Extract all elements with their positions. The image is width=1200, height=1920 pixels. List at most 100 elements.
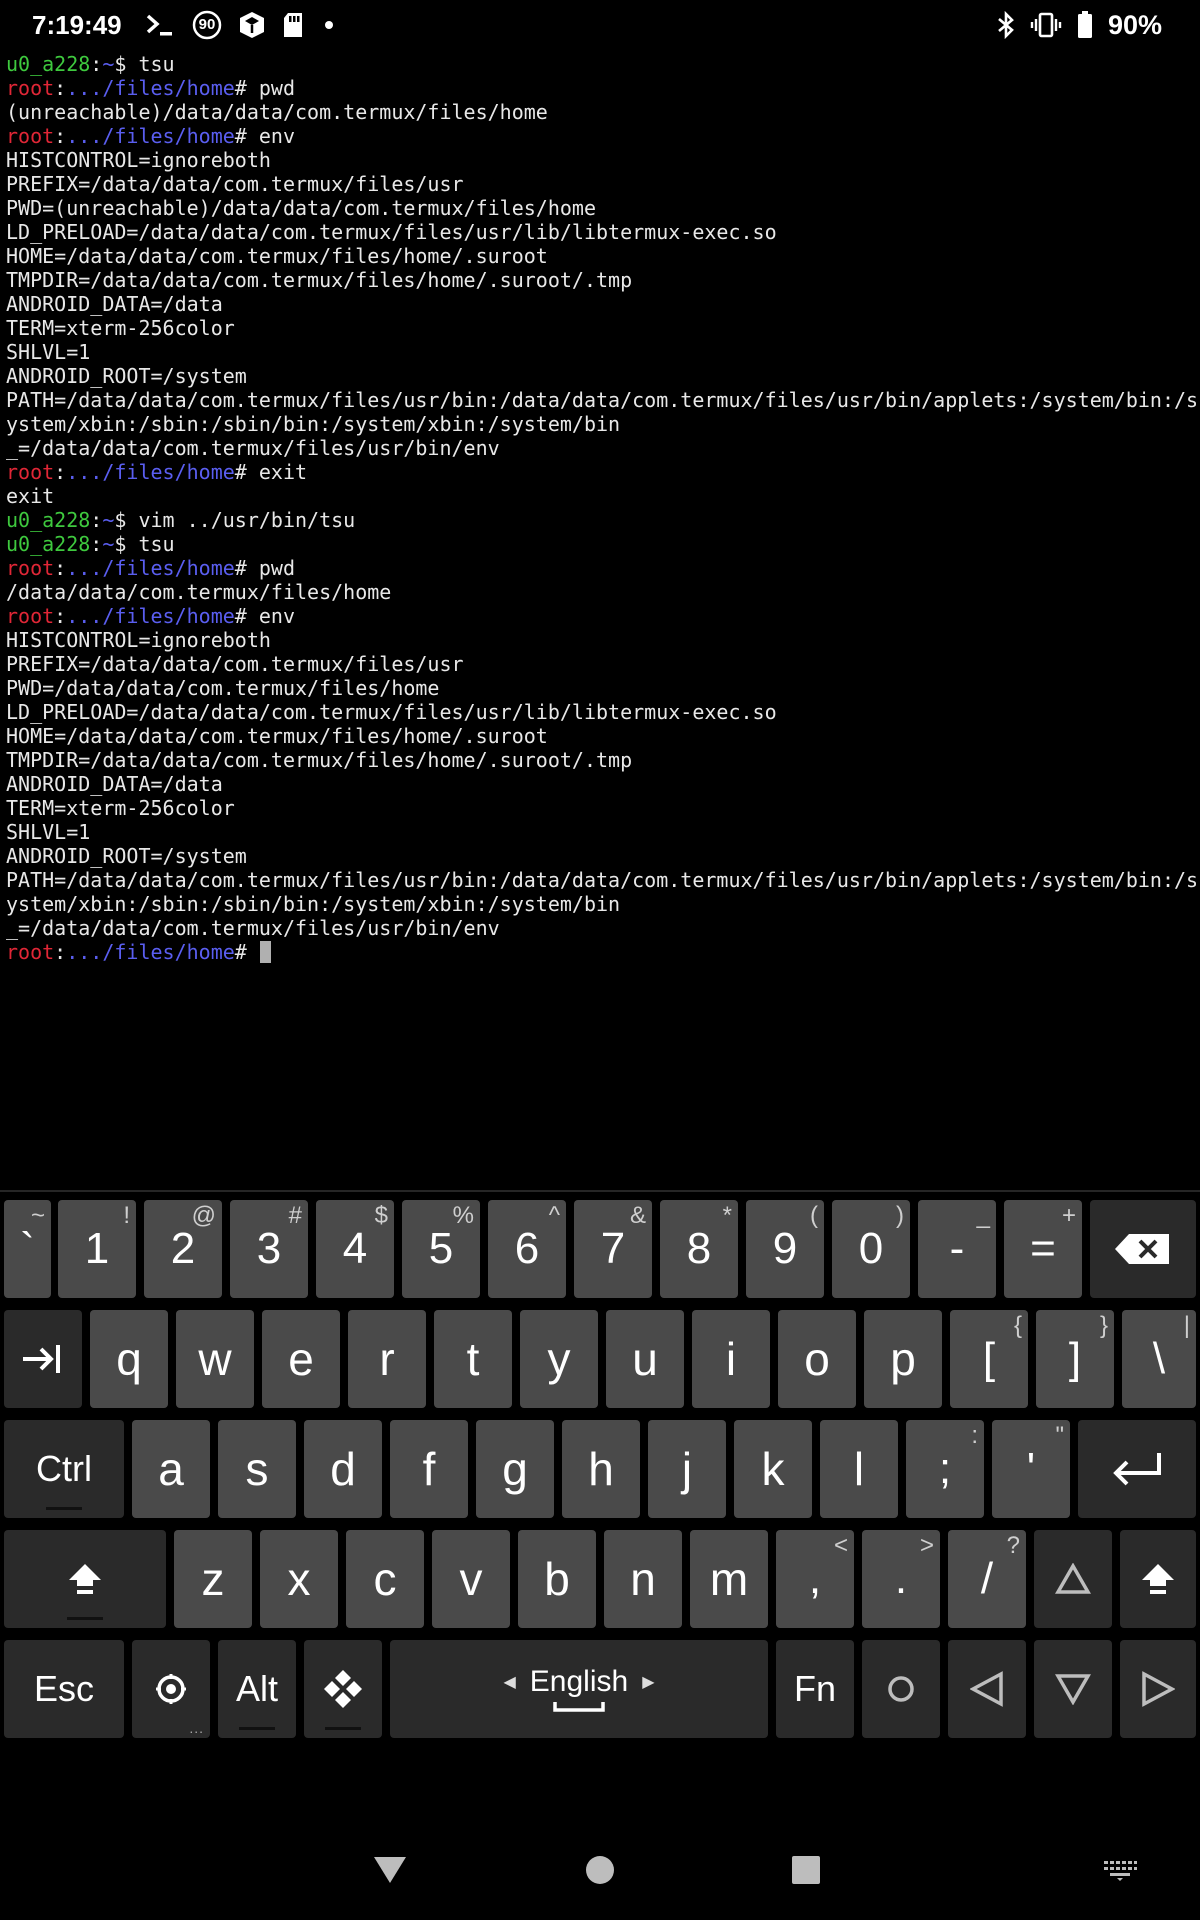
key-tab[interactable] [4, 1310, 82, 1408]
key-right[interactable] [1120, 1640, 1196, 1738]
key-right-bracket[interactable]: ]} [1036, 1310, 1114, 1408]
keyboard-switch-icon[interactable] [1080, 1820, 1160, 1920]
key-hint: $ [374, 1202, 388, 1229]
prompt-path: .../files/home [66, 604, 235, 628]
key-equals[interactable]: = + [1004, 1200, 1082, 1298]
key-slash[interactable]: /? [948, 1530, 1026, 1628]
key-x[interactable]: x [260, 1530, 338, 1628]
language-prev-icon: ◀ [503, 1674, 516, 1691]
key-1[interactable]: 1! [58, 1200, 136, 1298]
key-z[interactable]: z [174, 1530, 252, 1628]
terminal-line: /data/data/com.termux/files/home [6, 580, 1196, 604]
key-ctrl[interactable]: Ctrl [4, 1420, 124, 1518]
key-e[interactable]: e [262, 1310, 340, 1408]
key-fn[interactable]: Fn [776, 1640, 854, 1738]
key-enter[interactable] [1078, 1420, 1196, 1518]
key-esc[interactable]: Esc [4, 1640, 124, 1738]
key-p[interactable]: p [864, 1310, 942, 1408]
terminal-line: PREFIX=/data/data/com.termux/files/usr [6, 172, 1196, 196]
terminal-text: ANDROID_ROOT=/system [6, 364, 247, 388]
vibrate-icon [1030, 8, 1062, 42]
key-v[interactable]: v [432, 1530, 510, 1628]
key-4[interactable]: 4 $ [316, 1200, 394, 1298]
terminal-line: PWD=/data/data/com.termux/files/home [6, 676, 1196, 700]
key-hint: @ [191, 1202, 216, 1229]
prompt-root: root [6, 556, 55, 580]
key-r[interactable]: r [348, 1310, 426, 1408]
key-label: \ [1152, 1334, 1166, 1383]
key-3[interactable]: 3 # [230, 1200, 308, 1298]
prompt-path: .../files/home [66, 556, 235, 580]
key-t[interactable]: t [434, 1310, 512, 1408]
key-comma[interactable]: , < [776, 1530, 854, 1628]
key-s[interactable]: s [218, 1420, 296, 1518]
terminal-output[interactable]: u0_a228:~$ tsu root:.../files/home# pwd (u… [6, 52, 1196, 964]
terminal-line: root:.../files/home# pwd [6, 556, 1196, 580]
key-g[interactable]: g [476, 1420, 554, 1518]
key-f[interactable]: f [390, 1420, 468, 1518]
key-y[interactable]: y [520, 1310, 598, 1408]
terminal-line: root:.../files/home# env [6, 604, 1196, 628]
key-label: k [761, 1443, 785, 1495]
key-backslash[interactable]: \ | [1122, 1310, 1196, 1408]
key-label: 0 [858, 1224, 884, 1273]
key-j[interactable]: j [648, 1420, 726, 1518]
key-label: w [198, 1333, 232, 1385]
key-2[interactable]: 2 @ [144, 1200, 222, 1298]
key-m[interactable]: m [690, 1530, 768, 1628]
home-icon[interactable] [560, 1820, 640, 1920]
key-0[interactable]: 0) [832, 1200, 910, 1298]
key-hint: # [288, 1202, 302, 1229]
terminal-text: # env [234, 124, 296, 148]
key-shift-right[interactable] [1120, 1530, 1196, 1628]
recents-icon[interactable] [766, 1820, 846, 1920]
key-o[interactable]: o [778, 1310, 856, 1408]
key-8[interactable]: 8 * [660, 1200, 738, 1298]
terminal-line: TMPDIR=/data/data/com.termux/files/home/… [6, 748, 1196, 772]
key-7[interactable]: 7 & [574, 1200, 652, 1298]
key-label: 6 [514, 1224, 540, 1273]
key-space[interactable]: ◀ English ▶ [390, 1640, 768, 1738]
key-semicolon[interactable]: ;: [906, 1420, 984, 1518]
key-minus[interactable]: - _ [918, 1200, 996, 1298]
terminal-text: : [90, 52, 103, 76]
key-meta[interactable] [304, 1640, 382, 1738]
key-k[interactable]: k [734, 1420, 812, 1518]
key-shift-left[interactable] [4, 1530, 166, 1628]
back-icon[interactable] [350, 1820, 430, 1920]
key-c[interactable]: c [346, 1530, 424, 1628]
prompt-path: ~ [102, 532, 115, 556]
key-n[interactable]: n [604, 1530, 682, 1628]
key-h[interactable]: h [562, 1420, 640, 1518]
prompt-user: u0_a228 [6, 52, 91, 76]
key-u[interactable]: u [606, 1310, 684, 1408]
key-w[interactable]: w [176, 1310, 254, 1408]
key-left[interactable] [948, 1640, 1026, 1738]
key-hint: ? [1006, 1532, 1020, 1559]
key-a[interactable]: a [132, 1420, 210, 1518]
key-alt[interactable]: Alt [218, 1640, 296, 1738]
terminal-line: ANDROID_ROOT=/system [6, 364, 1196, 388]
key-settings[interactable]: ... [132, 1640, 210, 1738]
terminal-line: ANDROID_DATA=/data [6, 292, 1196, 316]
key-circle[interactable] [862, 1640, 940, 1738]
key-l[interactable]: l [820, 1420, 898, 1518]
key-backtick[interactable]: ` ~ [4, 1200, 51, 1298]
key-b[interactable]: b [518, 1530, 596, 1628]
key-d[interactable]: d [304, 1420, 382, 1518]
key-i[interactable]: i [692, 1310, 770, 1408]
key-9[interactable]: 9( [746, 1200, 824, 1298]
key-6[interactable]: 6 ^ [488, 1200, 566, 1298]
key-q[interactable]: q [90, 1310, 168, 1408]
key-label: x [287, 1553, 311, 1605]
terminal-text: : [54, 556, 67, 580]
key-down[interactable] [1034, 1640, 1112, 1738]
key-5[interactable]: 5% [402, 1200, 480, 1298]
key-backspace[interactable] [1090, 1200, 1196, 1298]
key-label: t [466, 1333, 480, 1385]
key-quote[interactable]: ' " [992, 1420, 1070, 1518]
key-label: Alt [235, 1668, 278, 1709]
key-up[interactable] [1034, 1530, 1112, 1628]
key-left-bracket[interactable]: [{ [950, 1310, 1028, 1408]
key-period[interactable]: . > [862, 1530, 940, 1628]
